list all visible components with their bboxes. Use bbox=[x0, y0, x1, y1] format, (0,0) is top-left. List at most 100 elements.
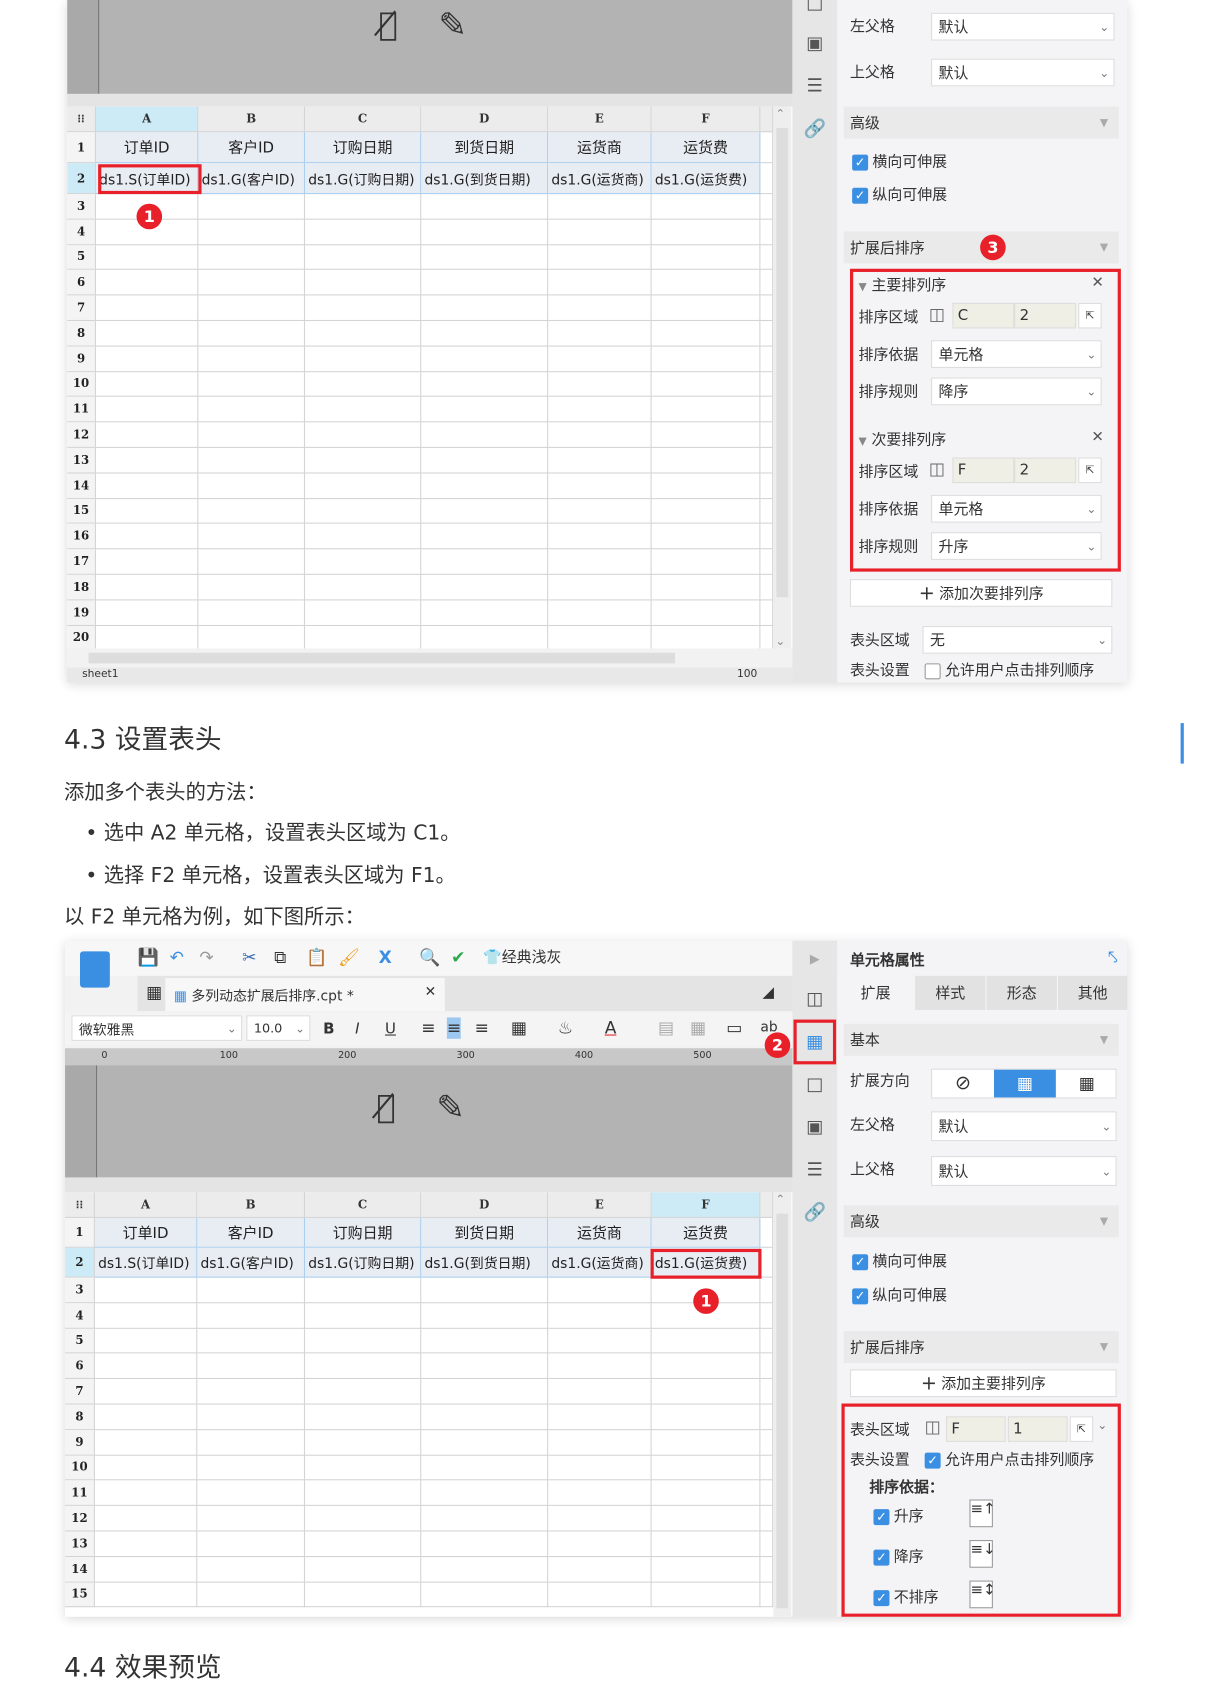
h-expand-checkbox[interactable]: ✓ 横向可伸展 bbox=[852, 150, 947, 171]
table-cell[interactable] bbox=[95, 270, 199, 296]
table-cell[interactable] bbox=[305, 295, 422, 321]
table-cell[interactable] bbox=[651, 1353, 761, 1380]
table-cell[interactable] bbox=[197, 1480, 306, 1507]
column-header-C[interactable]: C bbox=[305, 1192, 422, 1218]
descending-checkbox[interactable]: ✓ 降序 bbox=[873, 1545, 924, 1566]
column-header-E[interactable]: E bbox=[548, 106, 652, 133]
table-cell[interactable] bbox=[421, 219, 549, 245]
table-cell[interactable] bbox=[421, 1328, 549, 1354]
table-cell[interactable] bbox=[198, 498, 306, 525]
table-cell[interactable] bbox=[198, 422, 306, 448]
table-cell[interactable] bbox=[548, 422, 652, 448]
underline-button[interactable]: U bbox=[385, 1019, 396, 1040]
sort-basis-select[interactable]: 单元格 ⌄ bbox=[931, 340, 1102, 368]
v-expand-checkbox[interactable]: ✓ 纵向可伸展 bbox=[852, 1284, 947, 1305]
font-size-select[interactable]: 10.0 ⌄ bbox=[246, 1015, 311, 1041]
table-cell[interactable] bbox=[760, 498, 774, 525]
sheet-tab[interactable]: sheet1 bbox=[82, 669, 118, 681]
table-cell[interactable] bbox=[760, 422, 774, 448]
table-cell[interactable] bbox=[548, 1531, 652, 1557]
table-cell[interactable] bbox=[94, 1480, 198, 1507]
row-header[interactable]: 11 bbox=[65, 1480, 95, 1507]
sort-area-col-input[interactable]: F bbox=[952, 457, 1015, 484]
row-header[interactable]: 14 bbox=[65, 1556, 95, 1583]
table-cell[interactable] bbox=[94, 1328, 198, 1354]
table-cell[interactable] bbox=[305, 346, 422, 372]
align-left-icon[interactable]: ≡ bbox=[421, 1017, 435, 1038]
section-basic[interactable]: 基本 ▼ bbox=[843, 1023, 1119, 1056]
table-cell[interactable] bbox=[305, 422, 422, 448]
section-sort-after-expand[interactable]: 扩展后排序 ▼ bbox=[843, 1330, 1119, 1363]
table-cell[interactable] bbox=[760, 473, 774, 499]
column-header-extra[interactable] bbox=[760, 1192, 774, 1218]
table-cell[interactable] bbox=[548, 321, 652, 347]
table-cell[interactable] bbox=[95, 447, 199, 474]
condition-icon[interactable]: ☰ bbox=[802, 1158, 828, 1181]
table-cell[interactable] bbox=[197, 1506, 306, 1532]
table-cell[interactable] bbox=[198, 397, 306, 423]
table-cell[interactable] bbox=[95, 625, 199, 651]
table-cell-header[interactable]: 到货日期 bbox=[421, 132, 549, 164]
table-cell[interactable] bbox=[760, 397, 774, 423]
table-cell[interactable] bbox=[198, 600, 306, 626]
add-primary-sort-button[interactable]: + 添加主要排列序 bbox=[850, 1369, 1117, 1398]
row-header[interactable]: 9 bbox=[65, 1429, 95, 1456]
table-cell[interactable] bbox=[548, 397, 652, 423]
table-cell[interactable] bbox=[94, 1404, 198, 1430]
sort-area-row-input[interactable]: 2 bbox=[1014, 302, 1077, 329]
v-expand-checkbox[interactable]: ✓ 纵向可伸展 bbox=[852, 183, 947, 204]
table-cell[interactable] bbox=[421, 600, 549, 626]
sort-area-row-input[interactable]: 2 bbox=[1014, 457, 1077, 484]
table-cell[interactable] bbox=[94, 1556, 198, 1583]
table-cell[interactable] bbox=[548, 295, 652, 321]
new-report-icon[interactable]: ▦ bbox=[146, 982, 162, 1003]
table-cell[interactable] bbox=[760, 270, 774, 296]
h-expand-checkbox[interactable]: ✓ 横向可伸展 bbox=[852, 1250, 947, 1271]
table-cell[interactable] bbox=[760, 1353, 774, 1380]
table-cell[interactable] bbox=[760, 1429, 774, 1456]
table-cell[interactable] bbox=[421, 194, 549, 220]
allow-click-sort-checkbox[interactable]: ✓ 允许用户点击排列顺序 bbox=[924, 1448, 1094, 1469]
row-header[interactable]: 12 bbox=[67, 422, 96, 448]
table-cell[interactable] bbox=[95, 346, 199, 372]
row-header[interactable]: 8 bbox=[67, 321, 96, 347]
table-cell[interactable] bbox=[651, 397, 761, 423]
table-cell[interactable] bbox=[760, 447, 774, 474]
italic-button[interactable]: I bbox=[355, 1019, 359, 1040]
table-cell[interactable] bbox=[760, 1582, 774, 1608]
table-cell[interactable] bbox=[548, 524, 652, 550]
table-cell[interactable] bbox=[421, 447, 549, 474]
table-cell[interactable] bbox=[421, 524, 549, 550]
table-cell[interactable] bbox=[760, 625, 774, 651]
row-header[interactable]: 2 bbox=[67, 163, 96, 195]
panel-pin-icon[interactable]: ⤣ bbox=[1108, 947, 1118, 968]
table-cell[interactable] bbox=[305, 1480, 422, 1507]
table-cell[interactable] bbox=[198, 549, 306, 575]
row-header[interactable]: 3 bbox=[65, 1277, 95, 1304]
table-cell[interactable] bbox=[305, 1556, 422, 1583]
header-area-col-input[interactable]: F bbox=[945, 1416, 1006, 1442]
table-cell[interactable] bbox=[95, 295, 199, 321]
table-cell[interactable] bbox=[760, 524, 774, 550]
table-cell[interactable] bbox=[548, 1303, 652, 1329]
table-cell[interactable] bbox=[421, 1480, 549, 1507]
table-cell[interactable] bbox=[760, 346, 774, 372]
paste-icon[interactable]: 📋 bbox=[306, 947, 327, 968]
left-parent-select[interactable]: 默认 ⌄ bbox=[931, 12, 1115, 41]
row-header[interactable]: 13 bbox=[67, 447, 96, 474]
table-cell[interactable] bbox=[197, 1429, 306, 1456]
row-header[interactable]: 7 bbox=[65, 1379, 95, 1405]
table-cell-data[interactable]: ds1.G(运货商) bbox=[548, 163, 652, 195]
tab-other[interactable]: 其他 bbox=[1057, 975, 1128, 1010]
merge-cell-icon[interactable]: ▤ bbox=[658, 1017, 674, 1038]
table-cell[interactable] bbox=[548, 346, 652, 372]
table-cell[interactable] bbox=[651, 270, 761, 296]
table-cell[interactable] bbox=[305, 1531, 422, 1557]
table-cell[interactable] bbox=[421, 1531, 549, 1557]
table-cell[interactable] bbox=[305, 1404, 422, 1430]
table-cell[interactable] bbox=[94, 1531, 198, 1557]
table-cell[interactable] bbox=[651, 346, 761, 372]
row-header[interactable]: 18 bbox=[67, 574, 96, 601]
table-cell[interactable] bbox=[760, 219, 774, 245]
table-cell[interactable] bbox=[421, 1404, 549, 1430]
